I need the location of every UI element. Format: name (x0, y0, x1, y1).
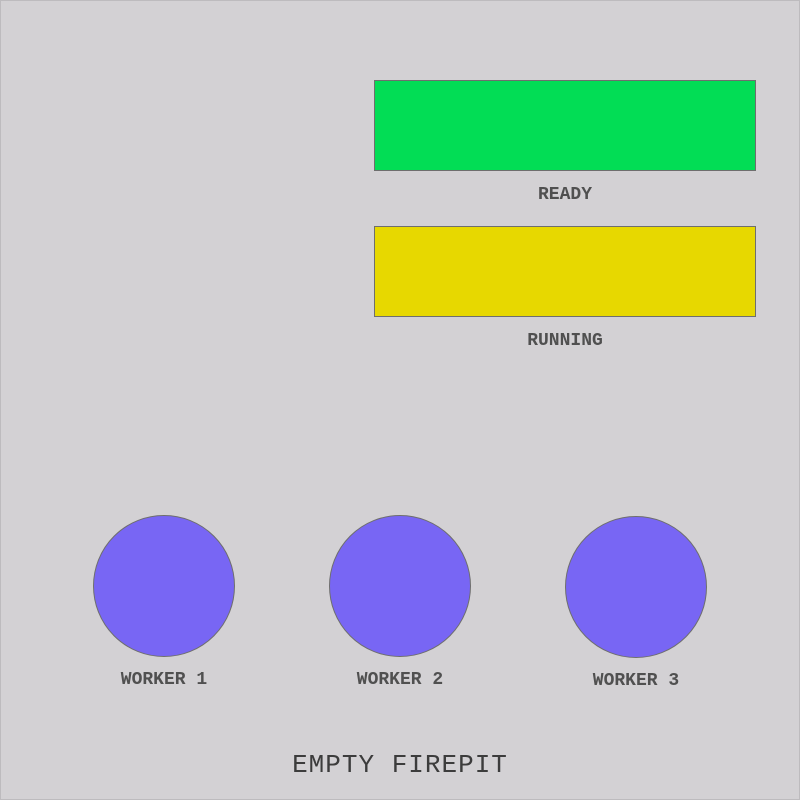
ready-queue-box (374, 80, 756, 171)
worker-1-circle (93, 515, 235, 657)
worker-1-label: WORKER 1 (120, 670, 208, 690)
running-queue-box (374, 226, 756, 317)
worker-3-circle (565, 516, 707, 658)
worker-2-label: WORKER 2 (356, 670, 444, 690)
ready-queue-label: READY (537, 185, 592, 205)
worker-2-circle (329, 515, 471, 657)
firepit-label: EMPTY FIREPIT (292, 750, 508, 780)
running-queue-label: RUNNING (527, 331, 603, 351)
worker-3-label: WORKER 3 (592, 671, 680, 691)
